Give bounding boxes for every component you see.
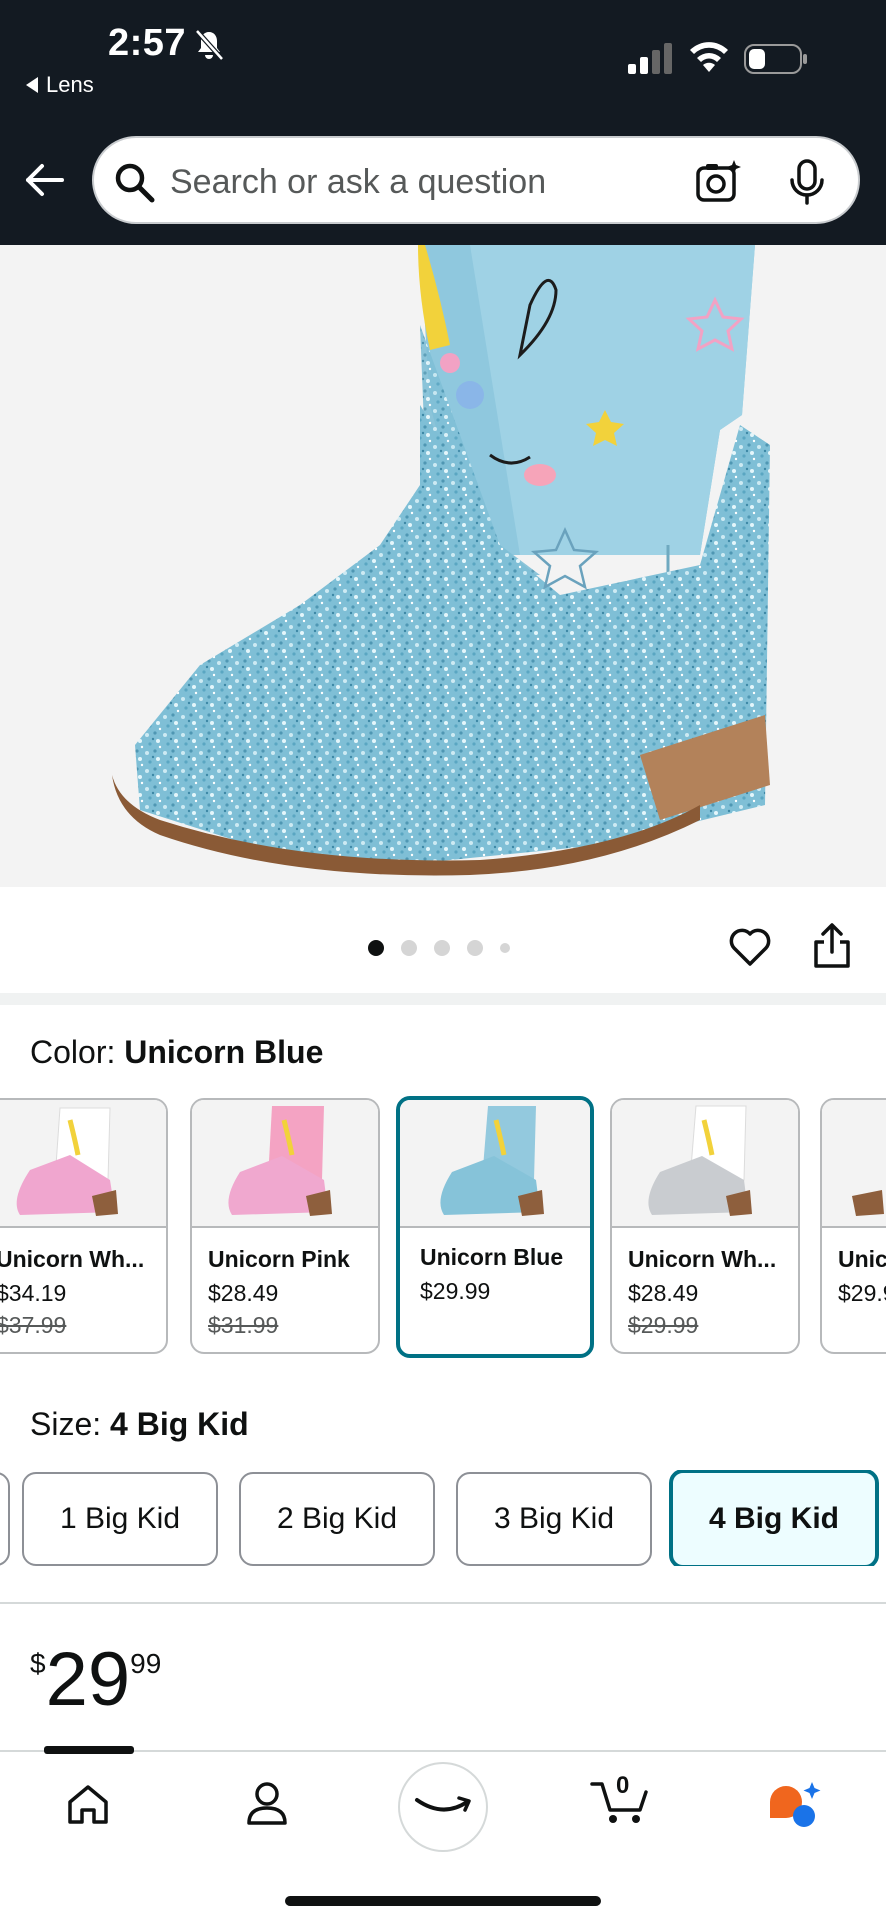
color-option[interactable]: Unicorn Wh... $34.19 $37.99 — [0, 1098, 168, 1354]
back-to-app-link[interactable]: Lens — [26, 72, 94, 98]
color-option-price: $34.19 — [0, 1280, 67, 1306]
color-option-was-price: $37.99 — [0, 1312, 67, 1338]
color-option-name: Unic — [838, 1246, 886, 1272]
color-option-was-price: $29.99 — [628, 1312, 699, 1338]
color-option-was-price: $31.99 — [208, 1312, 279, 1338]
rufus-assistant-icon[interactable] — [766, 1780, 822, 1830]
size-heading: Size: 4 Big Kid — [30, 1406, 249, 1442]
color-option-name: Unicorn Wh... — [0, 1246, 145, 1272]
product-image[interactable] — [0, 245, 886, 887]
pager-dot-5[interactable] — [500, 943, 510, 953]
bottom-nav-bar: 0 — [0, 1746, 886, 1920]
battery-icon — [744, 44, 807, 74]
pager-dot-4[interactable] — [467, 940, 483, 956]
color-heading: Color: Unicorn Blue — [30, 1034, 324, 1070]
section-divider — [0, 993, 886, 1005]
color-option-price: $29.9 — [838, 1280, 886, 1306]
color-option[interactable]: Unicorn Wh... $28.49 $29.99 — [610, 1098, 800, 1354]
color-option-thumbnail — [0, 1100, 166, 1228]
color-option[interactable]: Unicorn Pink $28.49 $31.99 — [190, 1098, 380, 1354]
color-option-name: Unicorn Pink — [208, 1246, 350, 1272]
cart-button[interactable]: 0 — [590, 1772, 650, 1826]
color-option-name: Unicorn Wh... — [628, 1246, 777, 1272]
price-whole: 29 — [45, 1637, 131, 1722]
cart-count: 0 — [616, 1772, 630, 1799]
cellular-signal-icon — [628, 43, 672, 74]
color-option-price: $28.49 — [208, 1280, 279, 1306]
search-input[interactable] — [170, 154, 670, 210]
account-icon[interactable] — [246, 1780, 288, 1826]
back-triangle-icon — [26, 77, 38, 93]
back-arrow-icon[interactable] — [22, 158, 66, 202]
heart-icon[interactable] — [728, 926, 772, 968]
microphone-icon[interactable] — [788, 158, 826, 206]
color-option-thumbnail — [192, 1100, 378, 1228]
size-option[interactable]: 3 Big Kid — [456, 1472, 652, 1566]
wifi-icon — [690, 42, 728, 72]
pager-dot-3[interactable] — [434, 940, 450, 956]
back-app-label: Lens — [46, 72, 94, 97]
bell-off-icon — [195, 29, 224, 61]
search-icon — [115, 163, 155, 203]
color-option-thumbnail — [822, 1100, 886, 1228]
color-option-price: $28.49 — [628, 1280, 699, 1306]
home-indicator — [285, 1896, 601, 1906]
price-currency: $ — [30, 1648, 46, 1679]
color-swatch-carousel[interactable]: Unicorn Wh... $34.19 $37.99 Unicorn Pink… — [0, 1096, 886, 1360]
section-divider — [0, 1602, 886, 1604]
price-fraction: 99 — [130, 1648, 162, 1679]
pager-dot-1[interactable] — [368, 940, 384, 956]
share-icon[interactable] — [812, 922, 852, 970]
product-price: $ 29 99 — [30, 1640, 161, 1720]
selected-color: Unicorn Blue — [124, 1034, 324, 1070]
color-option-thumbnail — [400, 1100, 590, 1228]
top-header: 2:57 Lens — [0, 0, 886, 245]
color-option[interactable]: Unic $29.9 — [820, 1098, 886, 1354]
status-time: 2:57 — [108, 22, 187, 64]
color-option-name: Unicorn Blue — [420, 1244, 564, 1270]
size-options-carousel[interactable]: 1 Big Kid 2 Big Kid 3 Big Kid 4 Big Kid — [0, 1470, 886, 1566]
boot-image — [0, 245, 886, 887]
search-bar[interactable] — [92, 136, 860, 224]
camera-lens-icon[interactable] — [694, 158, 742, 206]
size-option-partial[interactable] — [0, 1472, 10, 1566]
amazon-smile-button[interactable] — [398, 1762, 488, 1852]
size-option-selected[interactable]: 4 Big Kid — [669, 1470, 879, 1566]
selected-size: 4 Big Kid — [110, 1406, 249, 1442]
color-option-thumbnail — [612, 1100, 798, 1228]
size-option[interactable]: 2 Big Kid — [239, 1472, 435, 1566]
active-tab-indicator — [44, 1746, 134, 1754]
size-option[interactable]: 1 Big Kid — [22, 1472, 218, 1566]
pager-dot-2[interactable] — [401, 940, 417, 956]
amazon-smile-icon — [415, 1796, 471, 1812]
color-option-price: $29.99 — [420, 1278, 491, 1304]
image-pager[interactable] — [368, 940, 510, 956]
color-option-selected[interactable]: Unicorn Blue $29.99 — [396, 1096, 594, 1358]
home-icon[interactable] — [66, 1782, 110, 1826]
